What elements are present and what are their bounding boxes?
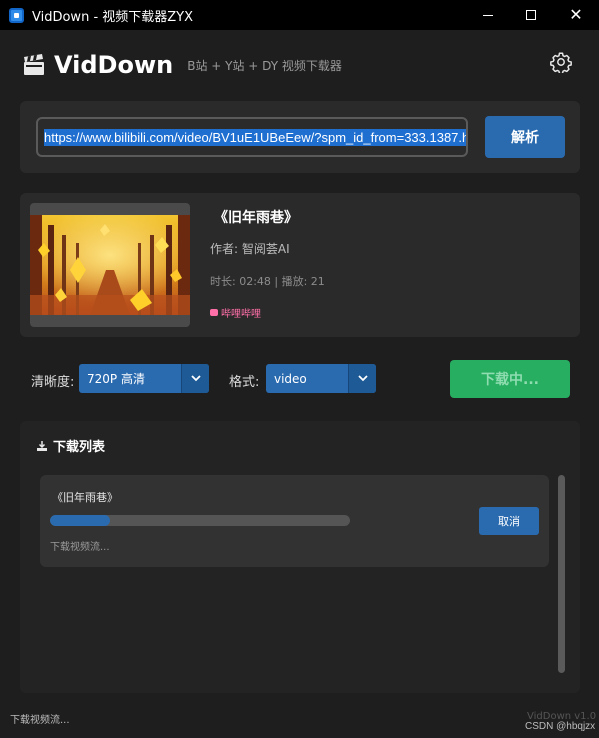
gear-icon [550,52,572,75]
download-tray-icon [37,440,47,451]
video-thumbnail [30,215,190,315]
video-title: 《旧年雨巷》 [214,210,298,226]
url-input-text: https://www.bilibili.com/video/BV1uE1UBe… [44,128,466,146]
chevron-down-icon[interactable] [181,364,209,393]
brand-name: VidDown [54,51,174,79]
minimize-button[interactable] [465,0,511,30]
url-panel: https://www.bilibili.com/video/BV1uE1UBe… [20,101,580,173]
format-label: 格式: [229,375,260,390]
cancel-button[interactable]: 取消 [479,507,539,535]
status-text: 下载视频流... [10,715,70,726]
download-task-card: 《旧年雨巷》 下载视频流... 取消 [40,475,549,567]
format-select[interactable]: video [266,364,376,393]
download-list-title: 下载列表 [53,440,106,455]
url-input[interactable]: https://www.bilibili.com/video/BV1uE1UBe… [36,117,468,157]
quality-label: 清晰度: [31,375,75,390]
bilibili-tv-icon [210,309,218,316]
task-progress-fill [50,515,110,526]
close-icon: ✕ [569,5,583,24]
video-source-label: 哔哩哔哩 [221,309,261,320]
task-title: 《旧年雨巷》 [52,491,118,504]
maximize-icon [526,10,536,20]
video-thumbnail-frame [30,203,190,327]
app-subtitle: B站 + Y站 + DY 视频下载器 [187,58,342,73]
download-list-panel: 下载列表 《旧年雨巷》 下载视频流... 取消 [20,421,580,693]
parse-button[interactable]: 解析 [485,116,565,158]
minimize-icon [483,14,493,16]
format-select-value: video [274,371,307,386]
task-progress-bar [50,515,350,526]
credit-watermark: CSDN @hbqjzx [525,721,596,732]
download-list-scrollbar[interactable] [558,475,565,673]
settings-button[interactable] [550,51,572,75]
quality-select[interactable]: 720P 高清 [79,364,209,393]
video-source-badge: 哔哩哔哩 [210,305,261,320]
quality-select-value: 720P 高清 [87,372,145,386]
task-status: 下载视频流... [50,542,110,553]
video-info-panel: 《旧年雨巷》 作者: 智阅荟AI 时长: 02:48 | 播放: 21 哔哩哔哩 [20,193,580,337]
app-icon [9,7,24,23]
download-button[interactable]: 下载中... [450,360,570,398]
video-author: 作者: 智阅荟AI [210,242,290,256]
maximize-button[interactable] [508,0,554,30]
chevron-down-icon[interactable] [348,364,376,393]
clapperboard-icon [22,53,46,77]
video-meta: 时长: 02:48 | 播放: 21 [210,275,325,288]
app-header: VidDown B站 + Y站 + DY 视频下载器 [22,48,342,82]
close-button[interactable]: ✕ [553,0,599,30]
window-title: VidDown - 视频下载器ZYX [32,9,194,25]
download-list-header: 下载列表 [36,436,105,455]
